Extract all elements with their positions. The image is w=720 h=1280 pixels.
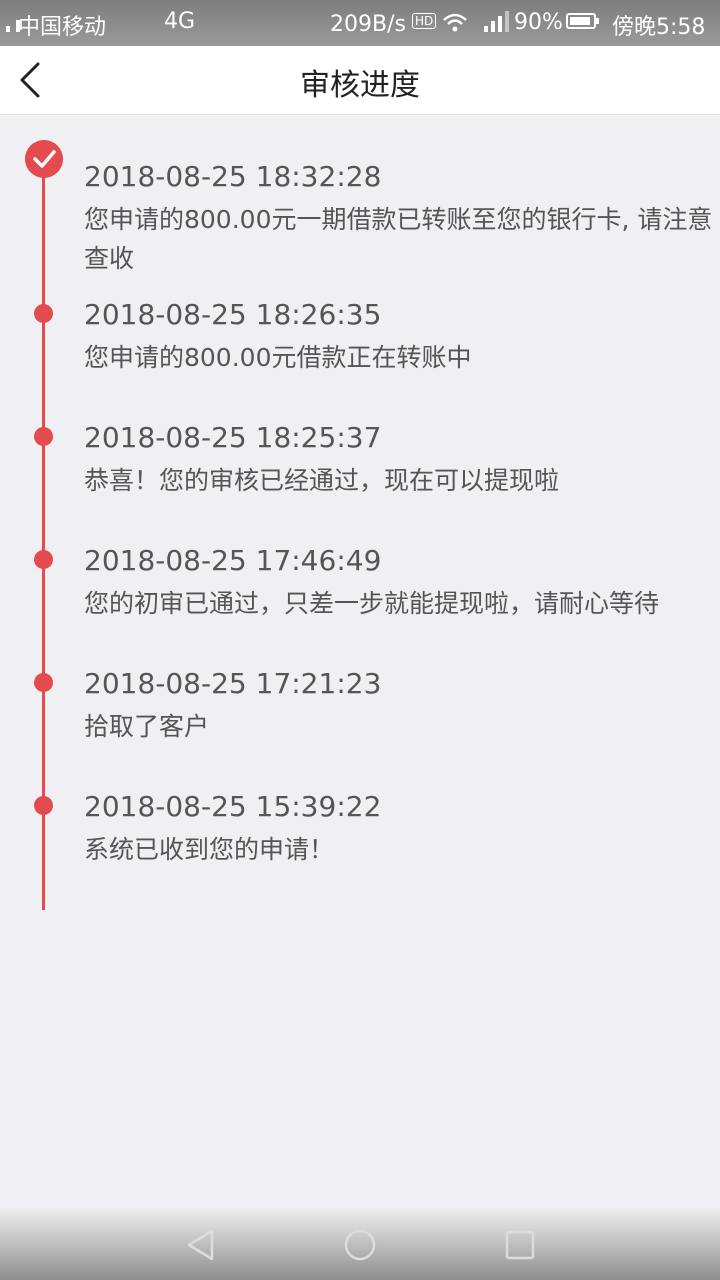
timeline-text: 系统已收到您的申请！ <box>84 835 335 864</box>
square-recent-icon[interactable] <box>503 1228 537 1262</box>
timeline-time: 2018-08-25 17:46:49 <box>84 544 382 577</box>
battery-percent: 90% <box>514 10 563 35</box>
timeline-dot <box>34 796 53 815</box>
timeline-dot <box>34 304 53 323</box>
timeline-text: 您申请的800.00元借款正在转账中 <box>84 343 472 372</box>
battery-icon <box>566 13 599 29</box>
timeline-text: 拾取了客户 <box>84 712 210 741</box>
timeline-dot <box>34 550 53 569</box>
status-bar: 中国移动 4G 209B/s HD 90% 傍晚5:58 <box>0 0 720 46</box>
timeline-time: 2018-08-25 17:21:23 <box>84 667 382 700</box>
timeline-time: 2018-08-25 18:25:37 <box>84 421 382 454</box>
status-time: 傍晚5:58 <box>612 15 706 40</box>
check-icon <box>25 140 63 178</box>
timeline-text: 您申请的800.00元一期借款已转账至您的银行卡, 请注意查收 <box>84 205 713 273</box>
hd-badge: HD <box>412 13 437 29</box>
network-speed: 209B/s <box>330 12 406 37</box>
network-type: 4G <box>164 9 196 34</box>
carrier-label: 中国移动 <box>18 15 107 40</box>
timeline-dot <box>34 673 53 692</box>
cellular-signal-icon <box>484 11 509 32</box>
nav-bar: 审核进度 <box>0 46 720 115</box>
timeline-text: 您的初审已通过，只差一步就能提现啦，请耐心等待 <box>84 589 660 618</box>
timeline-time: 2018-08-25 15:39:22 <box>84 790 382 823</box>
timeline-dot <box>34 427 53 446</box>
wifi-icon <box>443 13 467 32</box>
timeline-text: 恭喜！您的审核已经通过，现在可以提现啦 <box>84 466 560 495</box>
page-title: 审核进度 <box>300 68 420 103</box>
timeline-time: 2018-08-25 18:32:28 <box>84 160 382 193</box>
timeline-time: 2018-08-25 18:26:35 <box>84 298 382 331</box>
triangle-back-icon[interactable] <box>184 1228 218 1262</box>
circle-home-icon[interactable] <box>343 1228 377 1262</box>
system-nav-bar <box>0 1206 720 1280</box>
